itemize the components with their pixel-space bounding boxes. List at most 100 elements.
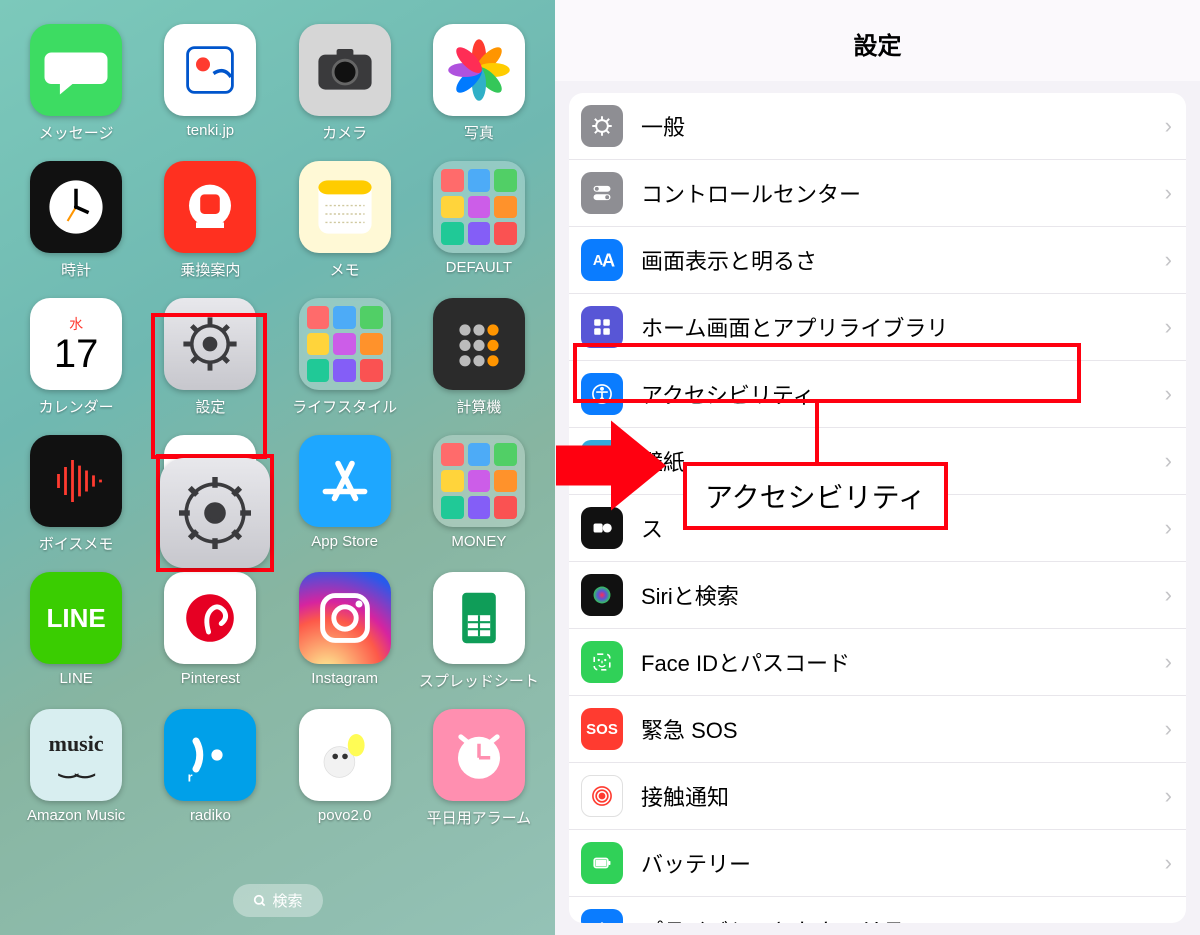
lifestyle-icon [299, 298, 391, 390]
line-icon: LINE [30, 572, 122, 664]
notes-icon [299, 161, 391, 253]
app-label: radiko [190, 807, 231, 824]
homescreen-icon [581, 306, 623, 348]
settings-row-label: ホーム画面とアプリライブラリ [641, 311, 1165, 343]
calendar-dayname: 水 [69, 314, 83, 334]
chevron-right-icon: › [1165, 649, 1172, 675]
photos-icon [433, 24, 525, 116]
chevron-right-icon: › [1165, 113, 1172, 139]
app-clock[interactable]: 時計 [14, 161, 138, 280]
settings-row-exposure[interactable]: 接触通知› [569, 763, 1186, 830]
app-label: メッセージ [39, 122, 114, 143]
settings-row-siri[interactable]: Siriと検索› [569, 562, 1186, 629]
amazonmusic-icon: music‿‿ [30, 709, 122, 801]
settings-row-label: Siriと検索 [641, 579, 1165, 611]
radiko-icon: r [164, 709, 256, 801]
alarm-icon [433, 709, 525, 801]
app-label: ライフスタイル [292, 396, 397, 417]
app-money[interactable]: MONEY [417, 435, 541, 554]
app-pinterest[interactable]: Pinterest [148, 572, 272, 691]
control-icon [581, 172, 623, 214]
settings-row-general[interactable]: 一般› [569, 93, 1186, 160]
app-label: カレンダー [39, 396, 114, 417]
accessibility-icon [581, 373, 623, 415]
battery-icon [581, 842, 623, 884]
general-icon [581, 105, 623, 147]
settings-row-label: Face IDとパスコード [641, 646, 1165, 678]
app-label: Amazon Music [27, 807, 125, 824]
app-label: tenki.jp [187, 122, 235, 139]
arrow-icon [556, 415, 666, 520]
settings-row-privacy[interactable]: プライバシーとセキュリティ› [569, 897, 1186, 923]
settings-row-control[interactable]: コントロールセンター› [569, 160, 1186, 227]
app-label: 時計 [61, 259, 91, 280]
app-amazonmusic[interactable]: music‿‿ Amazon Music [14, 709, 138, 828]
app-alarm[interactable]: 平日用アラーム [417, 709, 541, 828]
home-screen: メッセージ tenki.jp カメラ写真時計 乗換案内メモ DEFAULT 水17 カレンダ… [0, 0, 555, 935]
display-icon: AA [581, 239, 623, 281]
app-settings[interactable]: 設定 [148, 298, 272, 417]
app-photos[interactable]: 写真 [417, 24, 541, 143]
chevron-right-icon: › [1165, 448, 1172, 474]
settings-row-display[interactable]: AA画面表示と明るさ› [569, 227, 1186, 294]
settings-header-title: 設定 [555, 0, 1200, 81]
faceid-icon [581, 641, 623, 683]
camera-icon [299, 24, 391, 116]
app-calculator[interactable]: 計算機 [417, 298, 541, 417]
clock-icon [30, 161, 122, 253]
settings-row-label: 緊急 SOS [641, 713, 1165, 745]
app-radiko[interactable]: r radiko [148, 709, 272, 828]
settings-row-sos[interactable]: SOS緊急 SOS› [569, 696, 1186, 763]
settings-row-label: プライバシーとセキュリティ [641, 914, 1165, 923]
app-label: スプレッドシート [419, 670, 539, 691]
app-line[interactable]: LINE LINE [14, 572, 138, 691]
svg-text:A: A [602, 251, 615, 271]
app-voicememo[interactable]: ボイスメモ [14, 435, 138, 554]
settings-row-battery[interactable]: バッテリー› [569, 830, 1186, 897]
app-calendar[interactable]: 水17 カレンダー [14, 298, 138, 417]
settings-row-label: バッテリー [641, 847, 1165, 879]
app-camera[interactable]: カメラ [283, 24, 407, 143]
settings-row-label: 一般 [641, 110, 1165, 142]
app-appstore[interactable]: App Store [283, 435, 407, 554]
app-label: LINE [59, 670, 92, 687]
calendar-daynum: 17 [54, 334, 99, 374]
app-lifestyle[interactable]: ライフスタイル [283, 298, 407, 417]
instagram-icon [299, 572, 391, 664]
app-sheets[interactable]: スプレッドシート [417, 572, 541, 691]
privacy-icon [581, 909, 623, 923]
calendar-icon: 水17 [30, 298, 122, 390]
app-tenki[interactable]: tenki.jp [148, 24, 272, 143]
settings-row-faceid[interactable]: Face IDとパスコード› [569, 629, 1186, 696]
callout-connector [815, 403, 819, 467]
app-label: MONEY [451, 533, 506, 550]
settings-row-homescreen[interactable]: ホーム画面とアプリライブラリ› [569, 294, 1186, 361]
messages-icon [30, 24, 122, 116]
chevron-right-icon: › [1165, 515, 1172, 541]
sos-icon: SOS [581, 708, 623, 750]
app-label: Pinterest [181, 670, 240, 687]
app-instagram[interactable]: Instagram [283, 572, 407, 691]
chevron-right-icon: › [1165, 850, 1172, 876]
default-icon [433, 161, 525, 253]
settings-row-label: 画面表示と明るさ [641, 244, 1165, 276]
svg-text:r: r [188, 771, 193, 785]
app-label: 計算機 [456, 396, 501, 417]
chevron-right-icon: › [1165, 381, 1172, 407]
siri-icon [581, 574, 623, 616]
settings-row-label: アクセシビリティ [641, 378, 1165, 410]
app-label: App Store [311, 533, 378, 550]
app-povo[interactable]: povo2.0 [283, 709, 407, 828]
app-label: ボイスメモ [39, 533, 114, 554]
calculator-icon [433, 298, 525, 390]
app-label: メモ [330, 259, 360, 280]
app-transit[interactable]: 乗換案内 [148, 161, 272, 280]
spotlight-search[interactable]: 検索 [232, 884, 322, 917]
transit-icon [164, 161, 256, 253]
settings-row-label: 接触通知 [641, 780, 1165, 812]
app-messages[interactable]: メッセージ [14, 24, 138, 143]
chevron-right-icon: › [1165, 582, 1172, 608]
app-default[interactable]: DEFAULT [417, 161, 541, 280]
pinterest-icon [164, 572, 256, 664]
app-notes[interactable]: メモ [283, 161, 407, 280]
